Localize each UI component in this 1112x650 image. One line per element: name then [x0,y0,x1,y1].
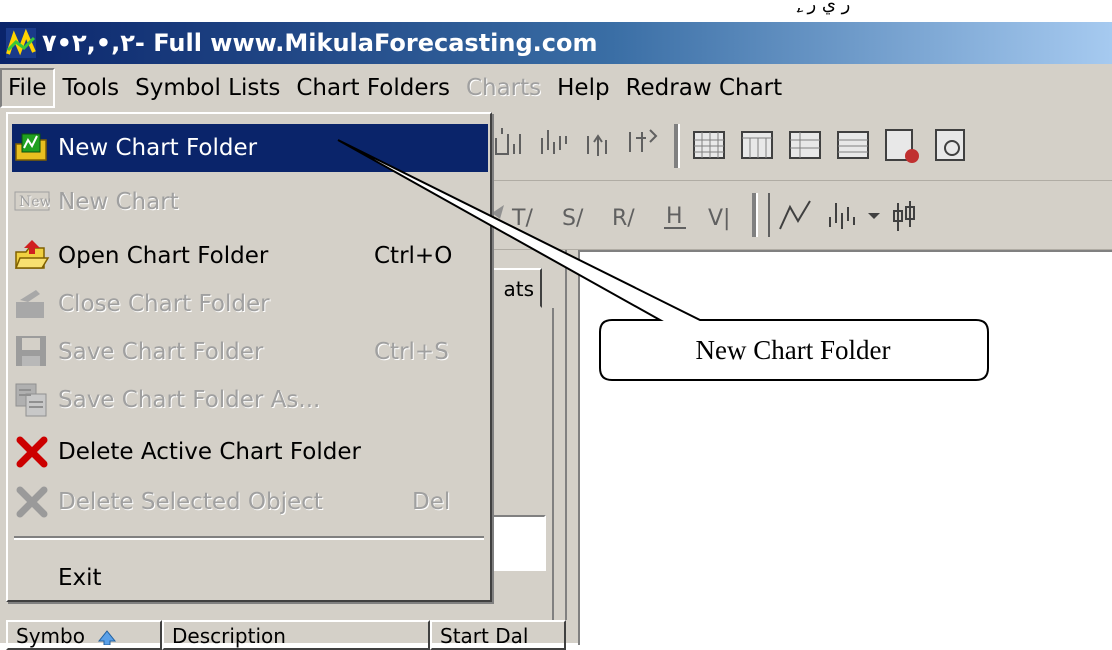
side-input-box[interactable] [490,515,546,571]
close-folder-icon [14,286,50,322]
r-line-tool: R/ [612,206,635,231]
menu-item-new-chart-folder[interactable]: New Chart Folder [12,124,488,172]
s-line-tool: S/ [562,206,584,231]
col-start-date[interactable]: Start Dal [430,620,566,650]
stray-text: ِ, ر ي ر [796,0,850,15]
delete-icon [14,484,50,520]
menu-chart-folders[interactable]: Chart Folders [288,68,458,108]
save-as-icon [14,382,50,418]
blank-icon-slot [14,560,50,596]
menu-item-label: Open Chart Folder [58,243,268,269]
menu-item-new-chart[interactable]: New New Chart [12,178,488,226]
menu-redraw-chart[interactable]: Redraw Chart [618,68,791,108]
open-folder-icon [14,238,50,274]
menu-item-delete-selected-object[interactable]: Delete Selected Object Del [12,478,488,526]
menu-item-delete-active-chart-folder[interactable]: Delete Active Chart Folder [12,428,488,476]
menu-symbol-lists[interactable]: Symbol Lists [127,68,288,108]
menu-separator [14,536,484,540]
menu-item-label: Delete Selected Object [58,489,323,515]
v-line-tool: V| [708,206,730,231]
menu-item-close-chart-folder[interactable]: Close Chart Folder [12,280,488,328]
menu-item-label: Save Chart Folder [58,339,263,365]
col-start-date-label: Start Dal [440,624,528,648]
col-description[interactable]: Description [162,620,430,650]
save-icon [14,334,50,370]
menu-help[interactable]: Help [549,68,617,108]
menu-item-shortcut: Del [412,489,450,515]
title-bar: ٢,•,٢•٧- Full www.MikulaForecasting.com [0,22,1112,64]
menu-item-save-chart-folder-as[interactable]: Save Chart Folder As... [12,376,488,424]
delete-icon [14,434,50,470]
menu-file[interactable]: File [0,68,55,108]
app-logo-icon [6,28,36,58]
menu-item-shortcut: Ctrl+O [374,243,452,269]
col-description-label: Description [172,624,286,648]
menu-item-shortcut: Ctrl+S [374,339,449,365]
menu-bar: File Tools Symbol Lists Chart Folders Ch… [0,64,1112,112]
svg-text:New: New [19,194,50,210]
panel-splitter[interactable] [565,250,567,643]
menu-item-label: Close Chart Folder [58,291,270,317]
menu-item-save-chart-folder[interactable]: Save Chart Folder Ctrl+S [12,328,488,376]
menu-item-label: New Chart [58,189,179,215]
symbol-grid-header: Symbo Description Start Dal [0,620,578,643]
t-line-tool: T/ [511,206,533,231]
file-menu-dropdown: New Chart Folder New New Chart Open Char… [6,112,492,602]
side-inner-panel [490,308,554,622]
menu-tools[interactable]: Tools [55,68,128,108]
menu-charts[interactable]: Charts [458,68,549,108]
new-chart-folder-icon [14,130,50,166]
menu-item-label: Exit [58,565,102,591]
top-strip: ِ, ر ي ر [0,0,1112,22]
col-symbol[interactable]: Symbo [6,620,162,650]
col-symbol-label: Symbo [16,624,85,648]
menu-item-exit[interactable]: Exit [12,554,488,602]
menu-item-open-chart-folder[interactable]: Open Chart Folder Ctrl+O [12,232,488,280]
menu-item-label: Save Chart Folder As... [58,387,320,413]
menu-item-label: Delete Active Chart Folder [58,439,361,465]
callout-text: New Chart Folder [600,320,986,380]
toolbar-bottom: T/ S/ R/ H V| [490,183,1112,250]
toolbar-top-icons [490,114,1112,180]
h-line-tool: H [666,204,683,229]
window-title: ٢,•,٢•٧- Full www.MikulaForecasting.com [42,29,598,57]
menu-item-label: New Chart Folder [58,135,257,161]
sort-up-icon [97,624,117,650]
chart-area [578,250,1112,645]
toolbar-bottom-icons: T/ S/ R/ H V| [490,183,1112,249]
toolbar-top [490,114,1112,181]
new-icon: New [14,184,50,220]
